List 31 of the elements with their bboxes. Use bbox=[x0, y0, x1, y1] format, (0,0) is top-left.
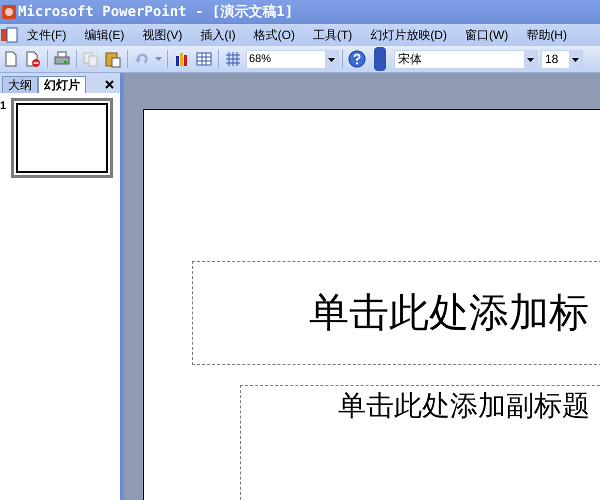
table-icon[interactable] bbox=[195, 50, 213, 68]
close-icon[interactable] bbox=[105, 80, 114, 89]
pane-tab[interactable]: 幻灯片 bbox=[38, 76, 86, 93]
window-title: Microsoft PowerPoint - [演示文稿1] bbox=[18, 2, 294, 22]
document-icon[interactable] bbox=[1, 27, 19, 43]
permission-icon[interactable] bbox=[24, 50, 42, 68]
caret-icon[interactable] bbox=[524, 50, 537, 68]
caret-icon[interactable] bbox=[569, 50, 582, 68]
title-placeholder[interactable]: 单击此处添加标 bbox=[192, 261, 600, 365]
subtitle-placeholder[interactable]: 单击此处添加副标题 bbox=[240, 385, 600, 500]
menu-item[interactable]: 编辑(E) bbox=[84, 26, 124, 44]
menu-item[interactable]: 视图(V) bbox=[142, 26, 182, 44]
slide-thumbnail[interactable] bbox=[11, 98, 113, 178]
pane-tab[interactable]: 大纲 bbox=[2, 76, 38, 93]
menu-item[interactable]: 窗口(W) bbox=[464, 26, 508, 44]
zoom-dropdown[interactable]: 68% bbox=[246, 50, 339, 68]
menu-item[interactable]: 帮助(H) bbox=[526, 26, 567, 44]
menu-item[interactable]: 格式(O) bbox=[254, 26, 295, 44]
font-size-dropdown[interactable]: 18 bbox=[541, 50, 583, 68]
paste-icon[interactable] bbox=[104, 50, 122, 68]
caret-icon[interactable] bbox=[325, 50, 338, 68]
menu-item[interactable]: 幻灯片放映(D) bbox=[370, 26, 447, 44]
help-icon[interactable] bbox=[348, 50, 366, 68]
menu-item[interactable]: 文件(F) bbox=[27, 26, 66, 44]
app-icon bbox=[2, 5, 16, 19]
slide-number: 1 bbox=[0, 99, 8, 114]
grid-icon[interactable] bbox=[224, 50, 242, 68]
toolbar-options-button[interactable] bbox=[374, 47, 386, 71]
menu-item[interactable]: 工具(T) bbox=[312, 26, 352, 44]
menu-item[interactable]: 插入(I) bbox=[200, 26, 236, 44]
font-dropdown[interactable]: 宋体 bbox=[394, 50, 538, 68]
